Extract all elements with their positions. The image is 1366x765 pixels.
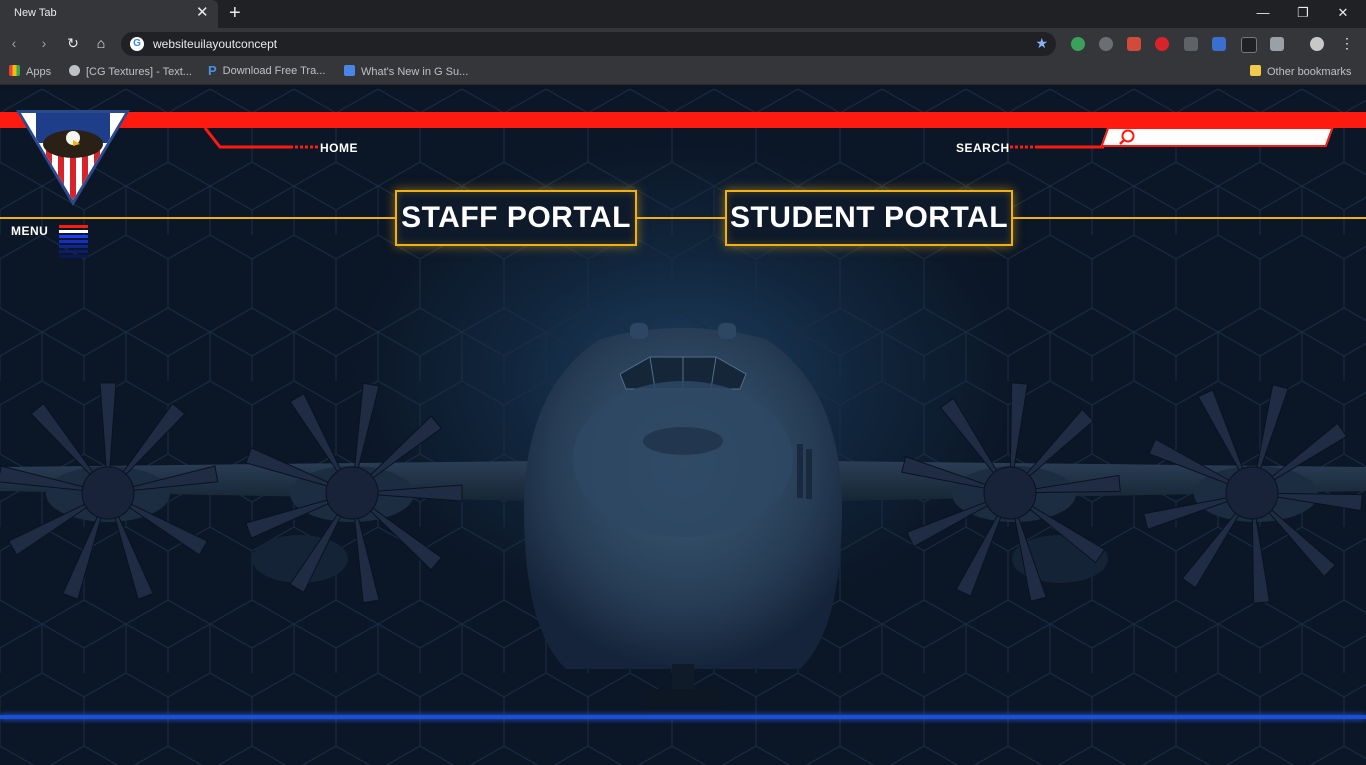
nav-search-label[interactable]: SEARCH <box>956 141 1010 155</box>
gold-rail-right <box>1012 217 1366 219</box>
bookmark-whats-new[interactable]: What's New in G Su... <box>344 65 468 78</box>
new-tab-button[interactable]: + <box>229 2 241 24</box>
tab-strip: New Tab ✕ + — ❐ ✕ <box>0 0 1366 28</box>
menu-stripe <box>59 250 88 253</box>
header-accent-lines <box>203 127 1104 149</box>
extension-icon[interactable] <box>1155 37 1169 51</box>
restore-button[interactable]: ❐ <box>1288 3 1318 23</box>
nav-home-link[interactable]: HOME <box>320 141 358 155</box>
extension-icon[interactable] <box>1099 37 1113 51</box>
blue-bottom-rail <box>0 715 1366 719</box>
bookmark-apps[interactable]: Apps <box>9 65 51 78</box>
tab-close-icon[interactable]: ✕ <box>196 4 209 22</box>
staff-portal-button[interactable]: STAFF PORTAL <box>395 190 637 246</box>
website-viewport: HOME SEARCH STAFF PORTAL STUDENT PORTAL … <box>0 89 1366 765</box>
p-logo-icon: P <box>208 63 217 78</box>
forward-icon[interactable]: › <box>35 34 53 52</box>
extension-icon[interactable] <box>1212 37 1226 51</box>
menu-stripes-icon[interactable] <box>59 225 88 269</box>
folder-icon <box>1250 65 1261 76</box>
reload-icon[interactable]: ↻ <box>64 34 82 52</box>
gold-rail-middle <box>636 217 726 219</box>
menu-stripe <box>59 225 88 228</box>
docs-icon <box>344 65 355 76</box>
menu-stripe <box>59 235 88 238</box>
bookmark-download-free[interactable]: P Download Free Tra... <box>208 63 325 78</box>
avatar[interactable] <box>1310 37 1324 51</box>
search-input[interactable] <box>1143 129 1327 147</box>
browser-toolbar: ‹ › ↻ ⌂ G websiteuilayoutconcept ★ ⋮ <box>0 28 1366 60</box>
globe-icon <box>69 65 80 76</box>
extension-icon[interactable] <box>1071 37 1085 51</box>
menu-label[interactable]: MENU <box>11 224 48 238</box>
google-icon: G <box>130 37 144 51</box>
menu-dots-icon[interactable]: ⋮ <box>1338 34 1356 52</box>
apps-grid-icon <box>9 65 20 76</box>
extension-icon[interactable] <box>1241 37 1257 53</box>
home-icon[interactable]: ⌂ <box>92 34 110 52</box>
bookmark-star-icon[interactable]: ★ <box>1035 35 1048 52</box>
aircraft-illustration <box>0 323 1366 715</box>
bookmarks-bar: Apps [CG Textures] - Text... P Download F… <box>0 60 1366 85</box>
url-text[interactable]: websiteuilayoutconcept <box>153 37 277 51</box>
bookmark-other[interactable]: Other bookmarks <box>1250 65 1351 78</box>
student-portal-button[interactable]: STUDENT PORTAL <box>725 190 1013 246</box>
gold-rail-left <box>0 217 396 219</box>
minimize-button[interactable]: — <box>1248 3 1278 23</box>
menu-stripe <box>59 240 88 243</box>
tab-title: New Tab <box>14 7 57 19</box>
address-bar[interactable]: G websiteuilayoutconcept ★ <box>121 32 1056 56</box>
search-icon[interactable] <box>1119 127 1139 147</box>
extension-icon[interactable] <box>1184 37 1198 51</box>
tab-new-tab[interactable]: New Tab ✕ <box>0 0 218 28</box>
extension-icon[interactable] <box>1127 37 1141 51</box>
menu-stripe <box>59 245 88 248</box>
close-window-button[interactable]: ✕ <box>1328 3 1358 23</box>
bookmark-cg-textures[interactable]: [CG Textures] - Text... <box>69 65 192 78</box>
eagle-flag-logo <box>16 110 130 206</box>
shield-icon[interactable] <box>1270 37 1284 51</box>
menu-stripe <box>59 255 88 258</box>
menu-stripe <box>59 230 88 233</box>
back-icon[interactable]: ‹ <box>5 34 23 52</box>
